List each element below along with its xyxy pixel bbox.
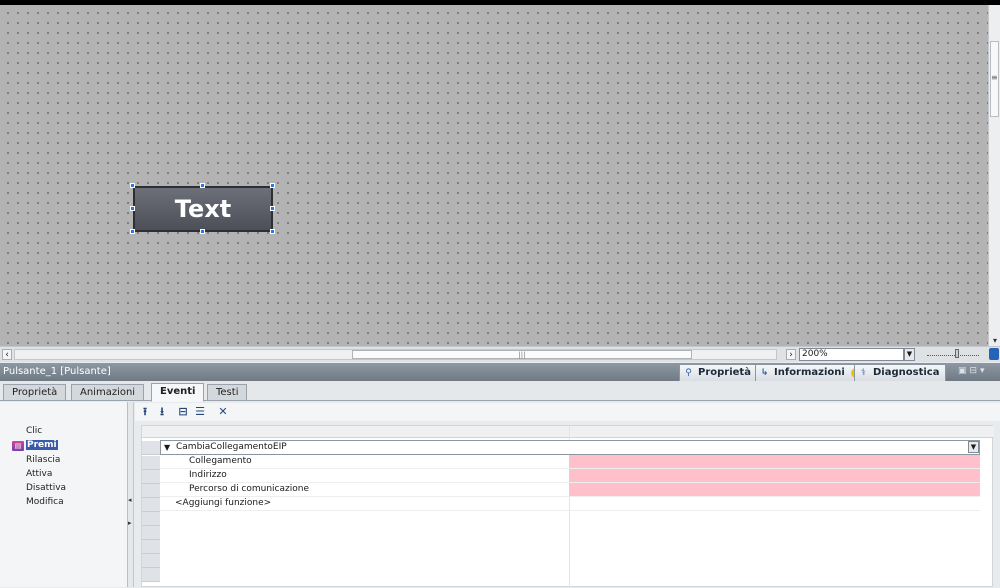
- tab-animazioni[interactable]: Animazioni: [71, 384, 145, 401]
- tab-diagnostics-label: Diagnostica: [873, 367, 940, 378]
- param-row-indirizzo[interactable]: Indirizzo: [160, 469, 980, 483]
- add-function-row[interactable]: <Aggiungi funzione>: [160, 497, 980, 511]
- expand-all-icon[interactable]: ☰: [193, 405, 207, 419]
- grid-header: [142, 426, 994, 438]
- row-header: [142, 456, 160, 470]
- scroll-down-arrow-icon[interactable]: ▾: [990, 336, 1000, 346]
- selection-handle-bottom-right[interactable]: [270, 229, 275, 234]
- event-clic[interactable]: Clic: [26, 426, 42, 436]
- tab-proprieta[interactable]: Proprietà: [3, 384, 67, 401]
- scroll-right-arrow-icon[interactable]: ›: [786, 349, 796, 360]
- tab-properties[interactable]: ⚲ Proprietà: [679, 364, 758, 381]
- function-row[interactable]: ▼ CambiaCollegamentoEIP: [160, 440, 980, 455]
- selection-handle-top-left[interactable]: [130, 183, 135, 188]
- horizontal-scroll-thumb[interactable]: |||: [352, 350, 692, 359]
- row-header: [142, 498, 160, 512]
- tab-info-label: Informazioni: [774, 367, 845, 378]
- zoom-slider[interactable]: [927, 349, 979, 358]
- param-row-percorso[interactable]: Percorso di comunicazione: [160, 483, 980, 497]
- panel-splitter[interactable]: ◂ ▸: [128, 402, 134, 587]
- inspector-title-bar: Pulsante_1 [Pulsante] ⚲ Proprietà ↳ Info…: [0, 363, 1000, 381]
- inspector-title: Pulsante_1 [Pulsante]: [3, 366, 111, 377]
- zoom-fit-icon[interactable]: [989, 348, 999, 360]
- event-modifica[interactable]: Modifica: [26, 497, 64, 507]
- zoom-input[interactable]: 200%: [799, 348, 904, 361]
- function-dropdown-icon[interactable]: ▼: [968, 441, 979, 453]
- param-value-percorso[interactable]: [569, 483, 980, 496]
- param-row-collegamento[interactable]: Collegamento: [160, 455, 980, 469]
- scroll-left-arrow-icon[interactable]: ‹: [2, 349, 12, 360]
- row-header: [142, 526, 160, 540]
- move-down-icon[interactable]: ⭳: [155, 405, 169, 419]
- move-up-icon[interactable]: ⭱: [138, 405, 152, 419]
- tab-properties-label: Proprietà: [698, 367, 751, 378]
- expand-arrow-icon[interactable]: ▸: [128, 519, 132, 527]
- function-name: CambiaCollegamentoEIP: [176, 442, 287, 452]
- row-header: [142, 554, 160, 568]
- zoom-dropdown-icon[interactable]: ▼: [904, 348, 915, 361]
- event-action-icon: ▤: [12, 441, 24, 451]
- diagnostics-icon: ⚕: [861, 368, 866, 378]
- property-tabs: Proprietà Animazioni Eventi Testi: [0, 381, 1000, 402]
- scroll-grip-icon: ≡: [991, 73, 998, 82]
- tab-testi[interactable]: Testi: [207, 384, 248, 401]
- selection-handle-bottom-left[interactable]: [130, 229, 135, 234]
- event-rilascia[interactable]: Rilascia: [26, 455, 60, 465]
- row-header: [142, 512, 160, 526]
- horizontal-scroll-track[interactable]: |||: [14, 349, 777, 360]
- collapse-all-icon[interactable]: ⊟: [176, 405, 190, 419]
- tab-info[interactable]: ↳ Informazioni i: [755, 364, 869, 381]
- info-icon: ↳: [760, 368, 769, 378]
- selection-handle-middle-right[interactable]: [270, 206, 275, 211]
- event-attiva[interactable]: Attiva: [26, 469, 52, 479]
- selection-handle-top-right[interactable]: [270, 183, 275, 188]
- selection-handle-middle-left[interactable]: [130, 206, 135, 211]
- param-label: Collegamento: [189, 456, 252, 466]
- canvas-button-pulsante-1[interactable]: Text: [133, 186, 273, 232]
- row-header: [142, 540, 160, 554]
- function-list-grid: ▼ CambiaCollegamentoEIP ▼ Collegamento I…: [141, 425, 994, 588]
- selection-handle-top-middle[interactable]: [200, 183, 205, 188]
- events-list: Clic ▤ Premi Rilascia Attiva Disattiva M…: [0, 402, 128, 587]
- tab-eventi[interactable]: Eventi: [151, 383, 205, 402]
- param-value-collegamento[interactable]: [569, 455, 980, 468]
- event-disattiva[interactable]: Disattiva: [26, 483, 66, 493]
- row-header: [142, 441, 160, 455]
- delete-icon[interactable]: ✕: [216, 405, 230, 419]
- param-value-indirizzo[interactable]: [569, 469, 980, 482]
- canvas-status-bar: ‹ ||| › 200% ▼: [0, 346, 1000, 362]
- zoom-slider-knob[interactable]: [955, 349, 959, 358]
- event-premi[interactable]: Premi: [26, 440, 58, 450]
- window-controls-icon[interactable]: ▣⊟▾: [958, 366, 988, 376]
- collapse-arrow-icon[interactable]: ◂: [128, 496, 132, 504]
- properties-icon: ⚲: [685, 368, 692, 378]
- param-label: Indirizzo: [189, 470, 227, 480]
- tab-diagnostics[interactable]: ⚕ Diagnostica: [854, 364, 947, 381]
- screen-canvas[interactable]: Text: [0, 5, 988, 346]
- row-header: [142, 568, 160, 582]
- function-list-toolbar: ⭱ ⭳ ⊟ ☰ ✕: [135, 403, 1000, 421]
- row-header: [142, 470, 160, 484]
- add-function[interactable]: <Aggiungi funzione>: [175, 497, 271, 510]
- param-label: Percorso di comunicazione: [189, 484, 309, 494]
- row-header: [142, 484, 160, 498]
- function-cell: ▼ CambiaCollegamentoEIP: [161, 441, 570, 454]
- selection-handle-bottom-middle[interactable]: [200, 229, 205, 234]
- expand-triangle-icon[interactable]: ▼: [164, 441, 170, 454]
- canvas-vertical-scrollbar[interactable]: ≡ ▾: [988, 5, 1000, 346]
